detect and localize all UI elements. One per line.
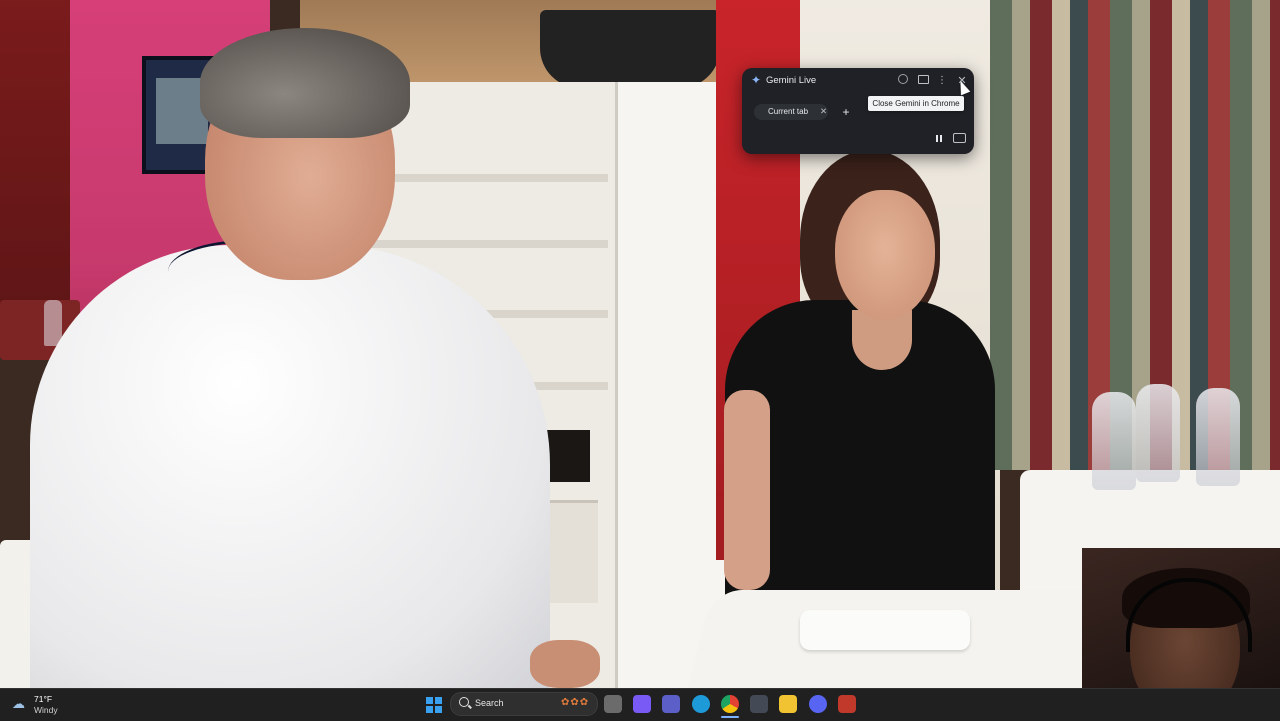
status-dot-icon[interactable] — [896, 74, 910, 88]
taskbar-search[interactable]: Search ✿✿✿ — [450, 692, 598, 716]
chrome-icon[interactable] — [721, 695, 739, 713]
scene-hand — [530, 640, 600, 688]
scene-glass — [1136, 384, 1180, 482]
gemini-header: ✦ Gemini Live ⋮ ✕ — [742, 68, 974, 94]
close-tooltip: Close Gemini in Chrome — [868, 96, 964, 111]
scene-glass — [1092, 392, 1136, 490]
captions-icon[interactable] — [953, 133, 966, 143]
scene-woman-face — [835, 190, 935, 320]
discord-icon[interactable] — [809, 695, 827, 713]
chip-label: Current tab — [768, 107, 809, 116]
search-placeholder: Search — [475, 698, 504, 708]
scene-woman-arm — [724, 390, 770, 590]
weather-desc[interactable]: Windy — [34, 705, 58, 715]
file-explorer-task-icon[interactable] — [604, 695, 622, 713]
chip-remove-icon[interactable]: ✕ — [820, 106, 827, 117]
captions-toggle-icon[interactable] — [916, 74, 930, 88]
calculator-icon[interactable] — [750, 695, 768, 713]
search-icon — [459, 697, 469, 707]
add-context-button[interactable]: + — [838, 104, 854, 120]
scene-chef — [30, 245, 550, 688]
weather-temp[interactable]: 71°F — [34, 694, 52, 704]
current-tab-chip[interactable]: Current tab ✕ — [754, 104, 828, 120]
scene-glass — [1196, 388, 1240, 486]
scene-chef-hair — [200, 28, 410, 138]
gemini-title: Gemini Live — [766, 75, 817, 86]
search-highlight-icon: ✿✿✿ — [561, 697, 590, 708]
scene-pot — [540, 10, 720, 88]
scene-napkin — [800, 610, 970, 650]
windows-start-icon[interactable] — [426, 697, 442, 713]
more-vertical-icon[interactable]: ⋮ — [935, 74, 949, 88]
edge-icon[interactable] — [692, 695, 710, 713]
active-app-indicator — [721, 716, 739, 718]
sparkle-icon: ✦ — [751, 73, 762, 87]
teams-icon[interactable] — [662, 695, 680, 713]
weather-icon[interactable]: ☁ — [12, 697, 30, 711]
folder-icon[interactable] — [779, 695, 797, 713]
gemini-live-panel: ✦ Gemini Live ⋮ ✕ Current tab ✕ + — [742, 68, 974, 154]
app-icon[interactable] — [838, 695, 856, 713]
pause-icon[interactable] — [932, 132, 946, 146]
copilot-icon[interactable] — [633, 695, 651, 713]
